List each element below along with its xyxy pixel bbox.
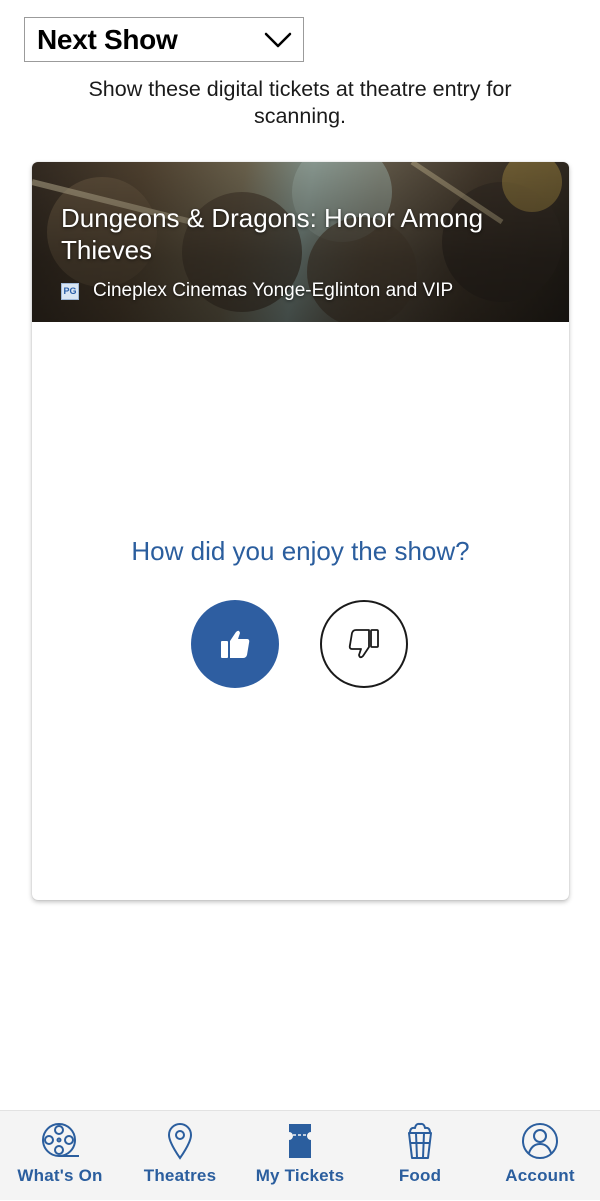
next-show-dropdown[interactable]: Next Show: [24, 17, 304, 62]
movie-banner: Dungeons & Dragons: Honor Among Thieves …: [32, 162, 569, 322]
ticket-card: Dungeons & Dragons: Honor Among Thieves …: [32, 162, 569, 900]
tab-label: What's On: [17, 1166, 103, 1185]
film-reel-icon: [42, 1123, 79, 1157]
tab-label: Account: [505, 1166, 575, 1185]
tab-label: My Tickets: [255, 1166, 345, 1185]
tab-label: Theatres: [143, 1166, 217, 1185]
thumbs-down-button[interactable]: [320, 600, 408, 688]
chevron-down-icon: [264, 32, 292, 47]
location-pin-icon: [167, 1123, 193, 1160]
user-icon: [522, 1123, 558, 1159]
tab-whats-on[interactable]: What's On: [0, 1111, 120, 1201]
dropdown-label: Next Show: [37, 23, 178, 55]
theatre-row: PG Cineplex Cinemas Yonge-Eglinton and V…: [61, 280, 453, 302]
tab-account[interactable]: Account: [480, 1111, 600, 1201]
tab-theatres[interactable]: Theatres: [120, 1111, 240, 1201]
rating-badge: PG: [61, 282, 79, 300]
movie-title: Dungeons & Dragons: Honor Among Thieves: [61, 203, 484, 265]
scan-instructions: Show these digital tickets at theatre en…: [88, 77, 512, 128]
bottom-tab-bar: What's On Theatres My Tickets Food Accou…: [0, 1110, 600, 1200]
popcorn-icon: [408, 1122, 432, 1159]
ticket-icon: [289, 1124, 311, 1158]
tab-label: Food: [398, 1166, 442, 1185]
tab-my-tickets[interactable]: My Tickets: [240, 1111, 360, 1201]
thumbs-down-icon: [348, 629, 379, 659]
thumbs-up-icon: [221, 630, 250, 658]
feedback-question: How did you enjoy the show?: [131, 536, 470, 566]
theatre-name: Cineplex Cinemas Yonge-Eglinton and VIP: [93, 280, 454, 301]
thumbs-up-button[interactable]: [191, 600, 279, 688]
tab-food[interactable]: Food: [360, 1111, 480, 1201]
